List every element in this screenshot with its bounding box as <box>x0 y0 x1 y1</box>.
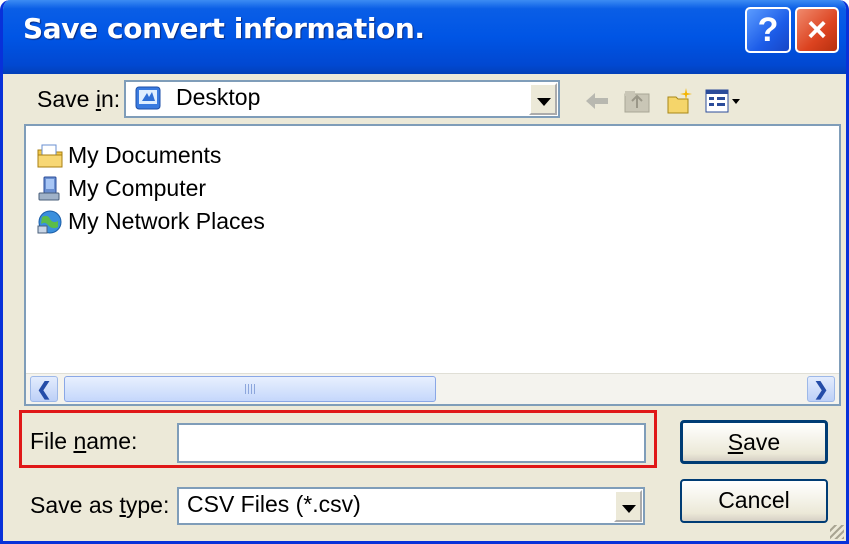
my-documents-icon <box>37 144 63 168</box>
save-as-type-value: CSV Files (*.csv) <box>187 491 361 517</box>
file-name-label: File name: <box>30 428 138 454</box>
save-in-dropdown-button[interactable] <box>529 83 557 115</box>
scroll-thumb[interactable] <box>64 376 436 402</box>
file-name-input[interactable] <box>177 423 646 463</box>
new-folder-icon[interactable] <box>666 86 696 116</box>
file-list[interactable]: My Documents My Computer My Network Plac… <box>24 124 841 406</box>
save-button[interactable]: Save <box>680 420 828 464</box>
horizontal-scrollbar[interactable]: ❮ ❯ <box>26 373 839 404</box>
cancel-button[interactable]: Cancel <box>680 479 828 523</box>
my-computer-icon <box>38 176 60 201</box>
window-title: Save convert information. <box>23 12 425 45</box>
save-in-value: Desktop <box>176 84 261 110</box>
save-in-label: Save in: <box>37 86 121 112</box>
scroll-left-button[interactable]: ❮ <box>30 376 58 402</box>
my-network-places-icon <box>37 210 62 234</box>
save-as-type-label: Save as type: <box>30 492 170 518</box>
close-button[interactable]: × <box>795 7 839 53</box>
desktop-icon <box>135 86 161 110</box>
save-dialog: Save convert information. ? × Save in: D… <box>0 0 849 544</box>
back-icon[interactable] <box>582 86 612 116</box>
scroll-right-button[interactable]: ❯ <box>807 376 835 402</box>
help-button[interactable]: ? <box>745 7 791 53</box>
save-as-type-dropdown[interactable]: CSV Files (*.csv) <box>177 487 645 525</box>
resize-grip[interactable] <box>830 525 844 539</box>
save-as-type-dropdown-button[interactable] <box>614 490 642 522</box>
view-menu-icon[interactable] <box>704 86 744 116</box>
scroll-grip <box>245 384 257 394</box>
up-one-level-icon[interactable] <box>622 86 652 116</box>
title-bar[interactable]: Save convert information. ? × <box>3 0 846 74</box>
save-in-dropdown[interactable]: Desktop <box>124 80 560 118</box>
